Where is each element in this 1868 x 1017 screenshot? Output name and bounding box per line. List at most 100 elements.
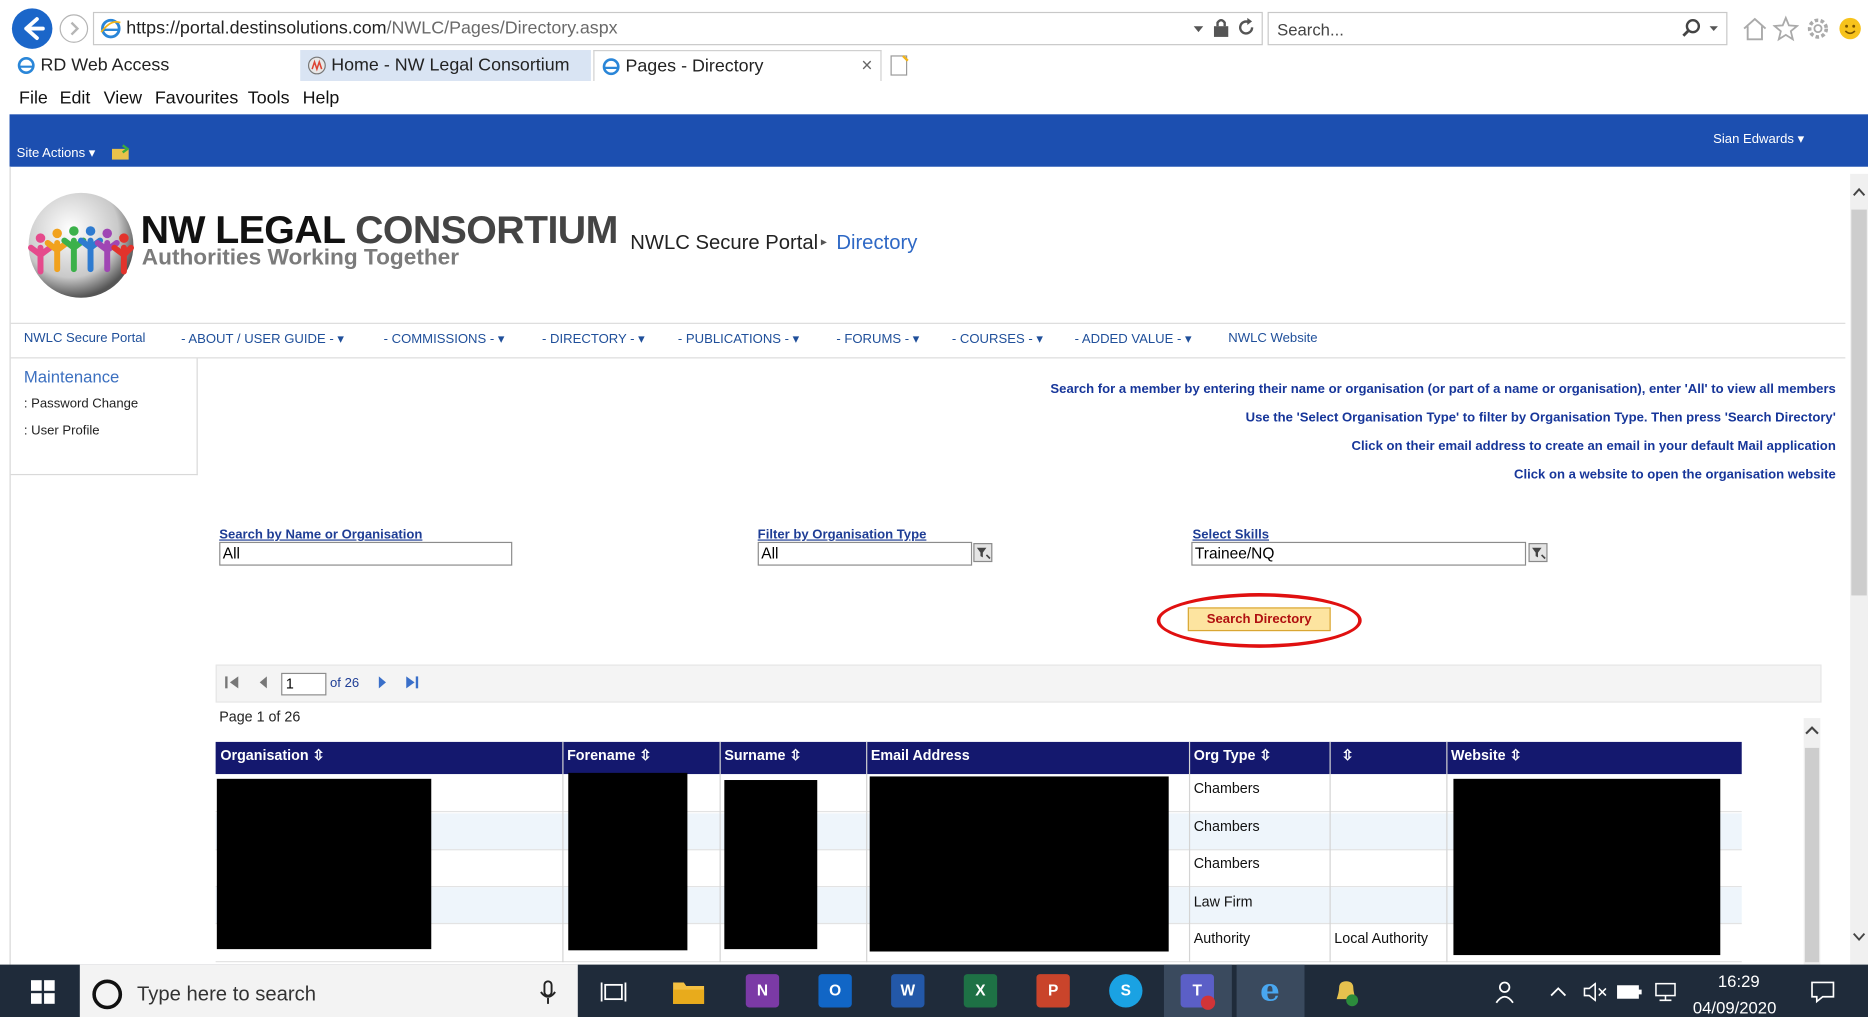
task-view-icon[interactable] [600, 980, 627, 1004]
lock-icon[interactable] [1213, 18, 1230, 38]
site-actions-menu[interactable]: Site Actions ▾ [17, 145, 96, 160]
sort-icon: ⇳ [639, 746, 652, 764]
page-scrollbar-thumb[interactable] [1851, 209, 1867, 596]
topnav-publications[interactable]: - PUBLICATIONS - ▾ [678, 331, 799, 346]
leftnav-maintenance[interactable]: Maintenance [24, 367, 120, 386]
instruction-line: Click on their email address to create a… [1351, 439, 1836, 454]
internet-explorer-icon[interactable]: e [1253, 974, 1286, 1007]
word-icon[interactable]: W [891, 974, 925, 1008]
taskbar-date[interactable]: 04/09/2020 [1693, 998, 1776, 1017]
topnav-courses[interactable]: - COURSES - ▾ [952, 331, 1043, 346]
volume-muted-icon[interactable] [1582, 982, 1608, 1002]
highlight-annotation-ring [1156, 593, 1362, 648]
topnav-secure-portal[interactable]: NWLC Secure Portal [24, 331, 146, 345]
nav-divider [10, 357, 1846, 359]
settings-gear-icon[interactable] [1805, 15, 1831, 41]
tab-home-nw-legal[interactable]: Home - NW Legal Consortium [300, 50, 591, 81]
column-divider [1188, 741, 1191, 963]
org-type-filter-button[interactable] [973, 543, 993, 563]
skype-icon[interactable]: S [1109, 974, 1143, 1008]
column-header-organisation[interactable]: Organisation ⇳ [220, 747, 324, 764]
menu-file[interactable]: File [19, 88, 48, 108]
tab-rd-web-access[interactable]: RD Web Access [10, 50, 298, 81]
refresh-icon[interactable] [1235, 17, 1256, 38]
topnav-commissions[interactable]: - COMMISSIONS - ▾ [384, 331, 505, 346]
topnav-about[interactable]: - ABOUT / USER GUIDE - ▾ [181, 331, 344, 346]
redacted-surname [724, 780, 818, 950]
breadcrumb-separator: ▸ [820, 235, 827, 249]
org-type-cell: Chambers [1193, 855, 1260, 872]
grid-pager [215, 664, 1822, 703]
browser-search-box[interactable]: Search... [1267, 11, 1728, 46]
new-tab-icon[interactable] [888, 54, 912, 78]
name-search-input[interactable]: All [219, 541, 513, 566]
action-center-icon[interactable] [1810, 980, 1836, 1004]
org-type-cell: Law Firm [1193, 893, 1253, 910]
page-number-input[interactable]: 1 [281, 672, 327, 696]
topnav-forums[interactable]: - FORUMS - ▾ [836, 331, 919, 346]
column-header-org-type[interactable]: Org Type ⇳ [1194, 747, 1272, 764]
grid-scroll-up-icon[interactable] [1802, 722, 1821, 739]
favorites-star-icon[interactable] [1772, 15, 1799, 42]
smiley-feedback-icon[interactable] [1837, 15, 1863, 41]
last-page-icon[interactable] [403, 674, 422, 691]
leftnav-user-profile[interactable]: : User Profile [24, 424, 100, 438]
authority-type-cell: Local Authority [1334, 930, 1429, 947]
topnav-nwlc-website[interactable]: NWLC Website [1228, 331, 1317, 345]
menu-help[interactable]: Help [303, 88, 340, 108]
search-icon[interactable] [1681, 18, 1702, 39]
menu-edit[interactable]: Edit [60, 88, 91, 108]
sort-icon: ⇳ [789, 746, 802, 764]
skills-filter-button[interactable] [1528, 543, 1548, 563]
network-icon[interactable] [1652, 982, 1678, 1002]
filter-funnel-icon [976, 547, 991, 560]
topnav-added-value[interactable]: - ADDED VALUE - ▾ [1075, 331, 1192, 346]
people-icon[interactable] [1494, 980, 1520, 1004]
column-header-email[interactable]: Email Address [871, 747, 970, 764]
menu-tools[interactable]: Tools [248, 88, 290, 108]
tray-expand-chevron-icon[interactable] [1549, 986, 1568, 998]
tab-close-icon[interactable]: × [861, 51, 872, 82]
menu-favourites[interactable]: Favourites [155, 88, 238, 108]
chevron-down-icon: ▾ [792, 332, 800, 347]
name-filter-label: Search by Name or Organisation [219, 527, 423, 542]
windows-start-icon[interactable] [30, 980, 55, 1004]
menu-view[interactable]: View [104, 88, 142, 108]
leftnav-password-change[interactable]: : Password Change [24, 397, 138, 411]
next-page-icon[interactable] [374, 674, 391, 691]
column-header-website[interactable]: Website ⇳ [1451, 747, 1522, 764]
breadcrumb-root[interactable]: NWLC Secure Portal [630, 231, 818, 255]
scroll-down-icon[interactable] [1850, 929, 1868, 946]
search-dropdown-icon[interactable] [1708, 25, 1719, 33]
powerpoint-icon[interactable]: P [1036, 974, 1070, 1008]
excel-icon[interactable]: X [963, 974, 998, 1008]
onenote-icon[interactable]: N [745, 974, 780, 1008]
microphone-icon[interactable] [538, 980, 557, 1006]
dropdown-arrow-icon[interactable] [1193, 25, 1205, 35]
outlook-icon[interactable]: O [818, 974, 852, 1008]
screen: https://portal.destinsolutions.com/NWLC/… [0, 0, 1868, 1017]
home-icon[interactable] [1742, 15, 1768, 41]
file-explorer-icon[interactable] [672, 978, 705, 1007]
back-button[interactable] [11, 8, 53, 49]
ie-page-icon [100, 18, 121, 39]
topnav-directory[interactable]: - DIRECTORY - ▾ [542, 331, 645, 346]
forward-button[interactable] [59, 14, 89, 43]
user-menu[interactable]: Sian Edwards ▾ [1713, 131, 1804, 146]
tab-pages-directory[interactable]: Pages - Directory × [593, 50, 882, 82]
notification-bell-icon[interactable] [1330, 978, 1363, 1009]
column-header-unnamed[interactable]: ⇳ [1341, 747, 1353, 764]
column-divider [866, 741, 868, 963]
skills-input[interactable]: Trainee/NQ [1191, 541, 1527, 566]
org-type-input[interactable]: All [757, 541, 973, 566]
previous-page-icon[interactable] [255, 674, 272, 691]
column-header-forename[interactable]: Forename ⇳ [567, 747, 651, 764]
grid-scrollbar-thumb[interactable] [1804, 747, 1820, 963]
column-header-surname[interactable]: Surname ⇳ [724, 747, 801, 764]
scroll-up-icon[interactable] [1850, 183, 1868, 200]
battery-icon[interactable] [1617, 984, 1643, 1001]
first-page-icon[interactable] [223, 674, 242, 691]
redacted-website [1453, 778, 1721, 956]
navigate-up-folder-icon[interactable] [111, 144, 132, 161]
taskbar-time[interactable]: 16:29 [1718, 972, 1760, 991]
